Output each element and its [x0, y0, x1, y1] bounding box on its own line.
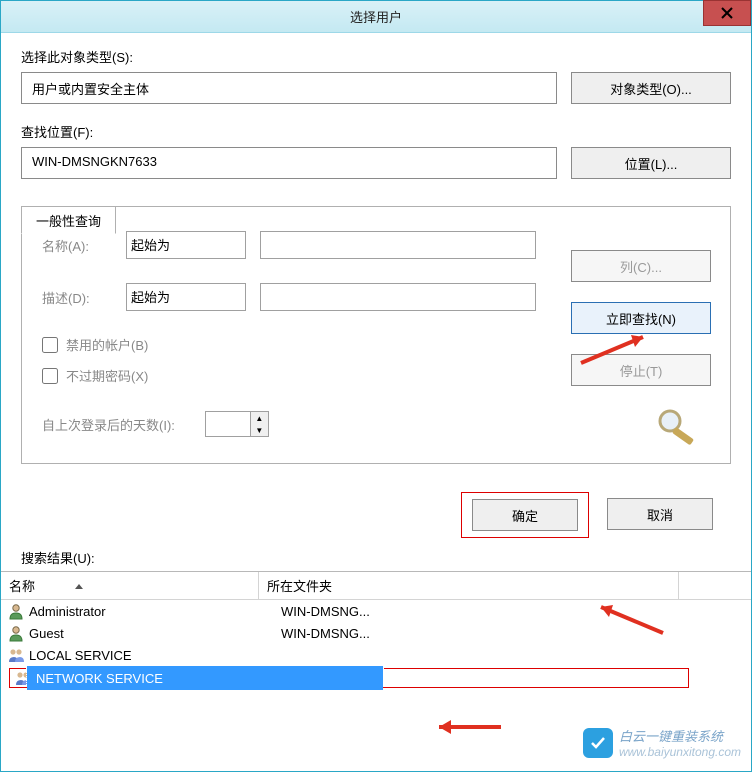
stop-button[interactable]: 停止(T) [571, 354, 711, 386]
row-name: NETWORK SERVICE [36, 671, 163, 686]
select-user-dialog: 选择用户 选择此对象类型(S): 用户或内置安全主体 对象类型(O)... 查找… [0, 0, 752, 772]
find-now-button[interactable]: 立即查找(N) [571, 302, 711, 334]
watermark-main: 白云一键重装系统 [619, 726, 741, 745]
desc-label: 描述(D): [42, 288, 126, 307]
user-icon [7, 602, 25, 620]
location-label: 查找位置(F): [21, 122, 731, 141]
col-name-header[interactable]: 名称 [1, 572, 259, 599]
object-type-value: 用户或内置安全主体 [21, 72, 557, 104]
annotation-arrow-3 [431, 715, 511, 739]
disabled-accounts-label: 禁用的帐户(B) [66, 335, 148, 354]
days-input[interactable] [206, 412, 250, 436]
object-types-button[interactable]: 对象类型(O)... [571, 72, 731, 104]
selected-annotation-box: NETWORK SERVICE [9, 668, 689, 688]
results-header: 名称 所在文件夹 [1, 572, 751, 600]
user-icon [7, 624, 25, 642]
results-label: 搜索结果(U): [21, 548, 751, 567]
ok-annotation-box: 确定 [461, 492, 589, 538]
cancel-button[interactable]: 取消 [607, 498, 713, 530]
name-label: 名称(A): [42, 236, 126, 255]
desc-op-select[interactable]: 起始为 [126, 283, 246, 311]
table-row[interactable]: LOCAL SERVICE [1, 644, 751, 666]
close-button[interactable] [703, 0, 751, 26]
magnifier-icon [654, 405, 700, 445]
table-row[interactable]: NETWORK SERVICE [1, 666, 751, 690]
table-row[interactable]: Administrator WIN-DMSNG... [1, 600, 751, 622]
watermark-sub: www.baiyunxitong.com [619, 745, 741, 759]
spin-down-icon[interactable]: ▼ [251, 424, 268, 436]
name-input[interactable] [260, 231, 536, 259]
days-since-label: 自上次登录后的天数(I): [42, 415, 175, 434]
name-op-select[interactable]: 起始为 [126, 231, 246, 259]
spin-up-icon[interactable]: ▲ [251, 412, 268, 424]
nonexpire-password-checkbox[interactable] [42, 368, 58, 384]
nonexpire-password-label: 不过期密码(X) [66, 366, 148, 385]
results-table: 名称 所在文件夹 Administrator WIN-DMSNG... Guest W… [1, 571, 751, 690]
titlebar: 选择用户 [1, 1, 751, 33]
watermark-logo-icon [583, 728, 613, 758]
close-icon [720, 6, 734, 20]
row-name: Administrator [29, 604, 106, 619]
object-type-label: 选择此对象类型(S): [21, 47, 731, 66]
table-row[interactable]: Guest WIN-DMSNG... [1, 622, 751, 644]
window-title: 选择用户 [350, 7, 402, 26]
desc-input[interactable] [260, 283, 536, 311]
columns-button[interactable]: 列(C)... [571, 250, 711, 282]
row-folder: WIN-DMSNG... [281, 626, 681, 641]
user-icon [7, 646, 25, 664]
watermark: 白云一键重装系统 www.baiyunxitong.com [583, 726, 741, 759]
locations-button[interactable]: 位置(L)... [571, 147, 731, 179]
days-spinner[interactable]: ▲▼ [205, 411, 269, 437]
ok-button[interactable]: 确定 [472, 499, 578, 531]
row-name: Guest [29, 626, 64, 641]
row-name: LOCAL SERVICE [29, 648, 132, 663]
row-folder: WIN-DMSNG... [281, 604, 681, 619]
tab-general-query[interactable]: 一般性查询 [21, 206, 116, 234]
col-folder-header[interactable]: 所在文件夹 [259, 572, 679, 599]
disabled-accounts-checkbox[interactable] [42, 337, 58, 353]
location-value: WIN-DMSNGKN7633 [21, 147, 557, 179]
